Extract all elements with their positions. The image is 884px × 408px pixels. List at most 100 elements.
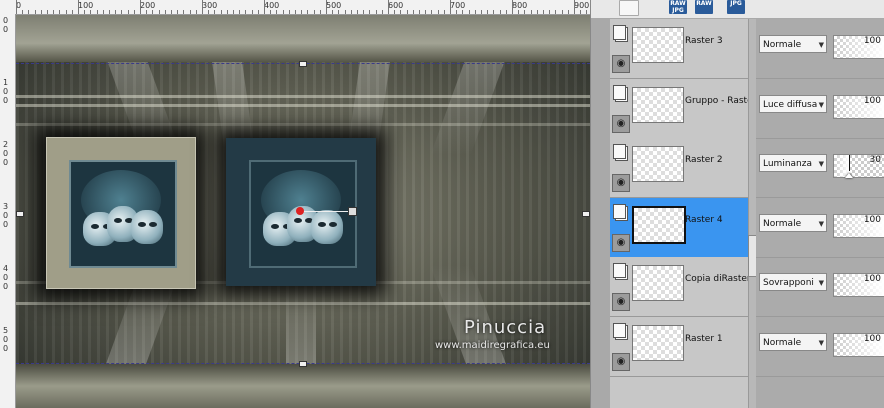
- chevron-down-icon: ▼: [818, 219, 824, 228]
- ruler-left-label: 0: [3, 96, 9, 105]
- ruler-tick: [47, 10, 48, 14]
- blend-mode-dropdown[interactable]: Luce diffusa ▼: [759, 94, 827, 113]
- bottom-band: [16, 364, 590, 408]
- opacity-slider[interactable]: 30: [833, 154, 884, 178]
- blend-mode-value: Normale: [763, 218, 802, 229]
- ruler-tick: [425, 10, 427, 14]
- chevron-down-icon: ▼: [818, 338, 824, 347]
- ruler-tick: [115, 10, 117, 14]
- visibility-eye-icon[interactable]: ◉: [612, 55, 630, 73]
- chevron-down-icon: ▼: [818, 160, 824, 168]
- selection-handle-right[interactable]: [582, 211, 590, 217]
- layer-list: ◉ Raster 3 ◉ Gruppo - Raster ◉ Raster 2 ◉ Raste…: [610, 19, 756, 408]
- selection-handle-bottom[interactable]: [299, 361, 307, 367]
- masks-image: [249, 160, 357, 268]
- ruler-tick: [226, 10, 228, 14]
- layer-settings: Normale ▼ 100: [756, 198, 884, 258]
- ruler-tick: [431, 10, 433, 14]
- ruler-top-label: 600: [388, 1, 404, 10]
- selection-handle-left[interactable]: [16, 211, 24, 217]
- opacity-value: 30: [869, 155, 881, 165]
- blend-mode-dropdown[interactable]: Normale ▼: [759, 213, 827, 232]
- layer-type-icon: [613, 263, 626, 278]
- share-icon[interactable]: [593, 0, 611, 14]
- layer-settings: Luce diffusa ▼ 100: [756, 79, 884, 139]
- opacity-value: 100: [863, 333, 881, 344]
- ruler-left-label: 0: [3, 87, 9, 96]
- blend-mode-dropdown[interactable]: Sovrapponi ▼: [759, 273, 827, 291]
- light-band: [16, 123, 590, 126]
- ruler-tick: [202, 0, 203, 14]
- jpg-icon[interactable]: JPG: [727, 0, 745, 14]
- opacity-slider[interactable]: 100: [833, 332, 884, 357]
- opacity-slider[interactable]: 100: [833, 94, 884, 119]
- ruler-tick: [319, 10, 321, 14]
- watermark-url: www.maidiregrafica.eu: [435, 340, 550, 351]
- ruler-left-label: 1: [3, 78, 9, 87]
- layer-row[interactable]: ◉ Raster 1: [610, 316, 748, 377]
- blend-mode-dropdown[interactable]: Normale ▼: [759, 332, 827, 351]
- opacity-slider[interactable]: 100: [833, 273, 884, 297]
- ruler-tick: [357, 10, 358, 14]
- document-icon[interactable]: [619, 0, 639, 16]
- opacity-slider[interactable]: 100: [833, 35, 884, 59]
- ruler-tick: [270, 10, 272, 14]
- blend-mode-dropdown[interactable]: Normale ▼: [759, 35, 827, 53]
- opacity-slider-thumb[interactable]: [845, 173, 853, 178]
- image-canvas[interactable]: Pinuccia www.maidiregrafica.eu: [16, 15, 590, 408]
- opacity-value: 100: [863, 95, 881, 106]
- ruler-tick: [512, 0, 513, 14]
- ruler-tick: [474, 10, 476, 14]
- horizontal-ruler: 0 100 200 300 400 500 600 700 800 900: [0, 0, 590, 15]
- layer-row[interactable]: ◉ Gruppo - Raster: [610, 78, 756, 139]
- ruler-tick: [326, 0, 327, 14]
- layer-name[interactable]: Raster 4: [685, 215, 723, 225]
- layer-name[interactable]: Copia diRaster: [685, 274, 751, 284]
- ruler-tick: [450, 0, 451, 14]
- opacity-slider[interactable]: 100: [833, 213, 884, 238]
- layer-name[interactable]: Raster 3: [685, 36, 723, 46]
- layer-row[interactable]: ◉ Raster 4: [610, 197, 748, 258]
- chevron-down-icon: ▼: [818, 41, 824, 49]
- mask: [131, 210, 163, 244]
- layer-row[interactable]: ◉ Raster 3: [610, 19, 748, 79]
- blend-mode-value: Luce diffusa: [763, 99, 818, 110]
- raw-jpg-icon[interactable]: RAW JPG: [669, 0, 687, 14]
- left-picture-frame: [46, 137, 196, 289]
- visibility-eye-icon[interactable]: ◉: [612, 233, 630, 252]
- selection-handle-top[interactable]: [299, 61, 307, 67]
- layer-row[interactable]: ◉ Copia diRaster: [610, 257, 751, 317]
- raw-icon[interactable]: RAW: [695, 0, 713, 14]
- layer-type-icon: [613, 203, 626, 219]
- opacity-value: 100: [863, 214, 881, 225]
- visibility-eye-icon[interactable]: ◉: [612, 174, 630, 192]
- visibility-eye-icon[interactable]: ◉: [612, 114, 630, 133]
- light-band: [16, 95, 590, 98]
- ruler-tick: [406, 10, 408, 14]
- ruler-tick: [34, 10, 36, 14]
- layer-name[interactable]: Raster 1: [685, 334, 723, 344]
- ruler-tick: [586, 10, 588, 14]
- rotation-handle[interactable]: [348, 207, 357, 216]
- ruler-tick: [140, 0, 141, 14]
- ruler-tick: [412, 10, 414, 14]
- ruler-tick: [574, 0, 575, 14]
- visibility-eye-icon[interactable]: ◉: [612, 352, 630, 371]
- ruler-tick: [264, 0, 265, 14]
- visibility-eye-icon[interactable]: ◉: [612, 293, 630, 311]
- layer-name[interactable]: Gruppo - Raster: [685, 96, 756, 106]
- blend-mode-dropdown[interactable]: Luminanza ▼: [759, 154, 827, 172]
- pivot-point-icon[interactable]: [296, 207, 304, 215]
- ruler-tick: [288, 10, 290, 14]
- layer-name[interactable]: Raster 2: [685, 155, 723, 165]
- ruler-tick: [388, 0, 389, 14]
- ruler-tick: [276, 10, 278, 14]
- layer-row[interactable]: ◉ Raster 2: [610, 138, 748, 198]
- rotation-handle-line[interactable]: [299, 211, 351, 212]
- layer-thumbnail: [632, 86, 684, 123]
- ruler-tick: [381, 10, 383, 14]
- ruler-tick: [493, 10, 495, 14]
- ruler-tick: [171, 10, 172, 14]
- ruler-left-label: 0: [3, 282, 9, 291]
- ruler-tick: [443, 10, 445, 14]
